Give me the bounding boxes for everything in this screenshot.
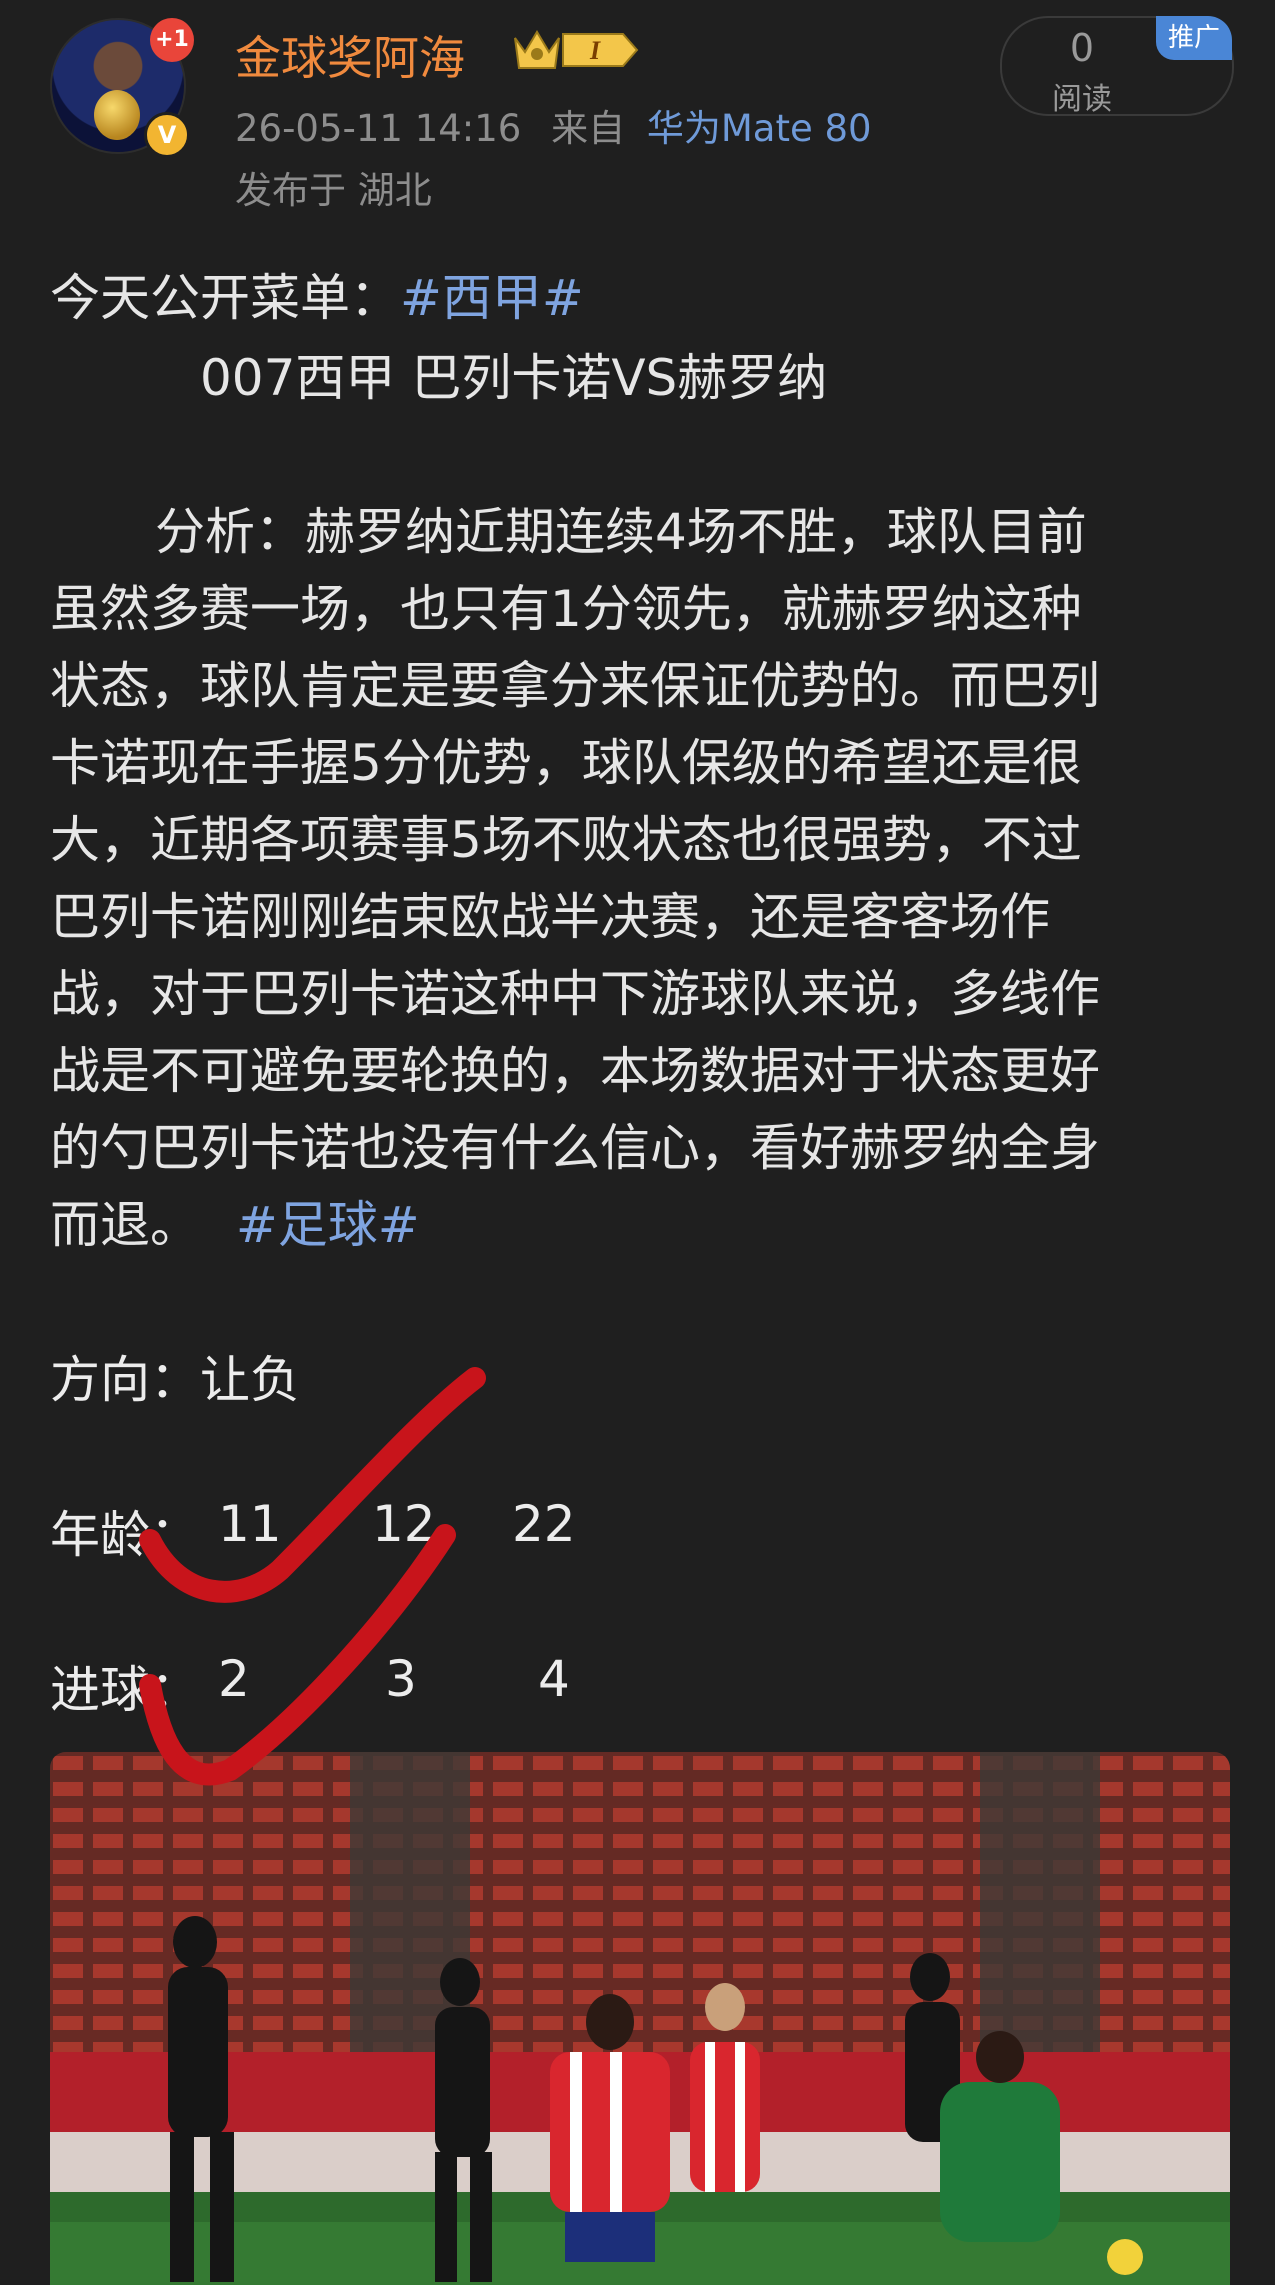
- match-line: 007西甲 巴列卡诺VS赫罗纳: [200, 349, 828, 407]
- goals-row: 进球： 2 3 4: [50, 1650, 650, 1720]
- read-count-box[interactable]: 0 阅读 推广: [1000, 16, 1234, 117]
- post-header: +1 V 金球奖阿海 I 26-05-11 14:16 来自 华为Mate 80…: [0, 0, 1275, 212]
- direction-row: 方向：让负: [50, 1340, 300, 1412]
- age-label: 年龄：: [50, 1506, 200, 1564]
- read-count: 0: [1069, 26, 1095, 70]
- analysis-line-4: 卡诺现在手握5分优势，球队保级的希望还是很: [50, 734, 1082, 792]
- football-hashtag-link[interactable]: #足球#: [236, 1196, 420, 1254]
- post-timestamp: 26-05-11 14:16: [235, 107, 522, 150]
- age-value: 12: [372, 1495, 436, 1553]
- analysis-line-5: 大，近期各项赛事5场不败状态也很强势，不过: [50, 811, 1082, 869]
- username[interactable]: 金球奖阿海: [235, 22, 465, 88]
- age-value: 11: [218, 1495, 282, 1553]
- golden-ball-icon: [94, 90, 140, 140]
- match-photo[interactable]: [50, 1752, 1230, 2285]
- closing-line: 而退。 #足球#: [50, 1185, 420, 1257]
- level-text: I: [589, 36, 601, 65]
- intro-label: 今天公开菜单：: [50, 269, 400, 327]
- read-label: 阅读: [1052, 82, 1112, 117]
- crown-level-badge-icon: I: [514, 30, 639, 69]
- age-value: 22: [512, 1495, 576, 1553]
- closing-text: 而退。: [50, 1196, 200, 1254]
- analysis-line-8: 战是不可避免要轮换的，本场数据对于状态更好: [50, 1042, 1100, 1100]
- topic-hashtag-link[interactable]: #西甲#: [400, 269, 584, 327]
- goals-value: 4: [538, 1650, 570, 1708]
- goals-value: 3: [385, 1650, 417, 1708]
- age-row: 年龄： 11 12 22: [50, 1495, 650, 1565]
- verified-icon: V: [144, 112, 190, 158]
- goals-value: 2: [218, 1650, 250, 1708]
- goals-label: 进球：: [50, 1661, 200, 1719]
- direction-value: 让负: [200, 1351, 300, 1409]
- analysis-line-2: 虽然多赛一场，也只有1分领先，就赫罗纳这种: [50, 580, 1082, 638]
- match-photo-illustration: [50, 1752, 1230, 2285]
- promo-tag[interactable]: 推广: [1156, 16, 1232, 60]
- analysis-line-7: 战，对于巴列卡诺这种中下游球队来说，多线作: [50, 965, 1100, 1023]
- direction-label: 方向：: [50, 1351, 200, 1409]
- device-link[interactable]: 华为Mate 80: [647, 107, 872, 150]
- source-prefix: 来自: [551, 107, 626, 150]
- post-location: 发布于 湖北: [235, 169, 432, 212]
- analysis-line-9: 的勺巴列卡诺也没有什么信心，看好赫罗纳全身: [50, 1119, 1100, 1177]
- intro-line: 今天公开菜单：#西甲#: [50, 258, 584, 330]
- post-meta: 26-05-11 14:16 来自 华为Mate 80: [235, 98, 872, 152]
- analysis-line-3: 状态，球队肯定是要拿分来保证优势的。而巴列: [50, 657, 1100, 715]
- analysis-line-6: 巴列卡诺刚刚结束欧战半决赛，还是客客场作: [50, 888, 1050, 946]
- notification-badge: +1: [150, 18, 194, 62]
- analysis-line-1: 分析：赫罗纳近期连续4场不胜，球队目前: [155, 503, 1087, 561]
